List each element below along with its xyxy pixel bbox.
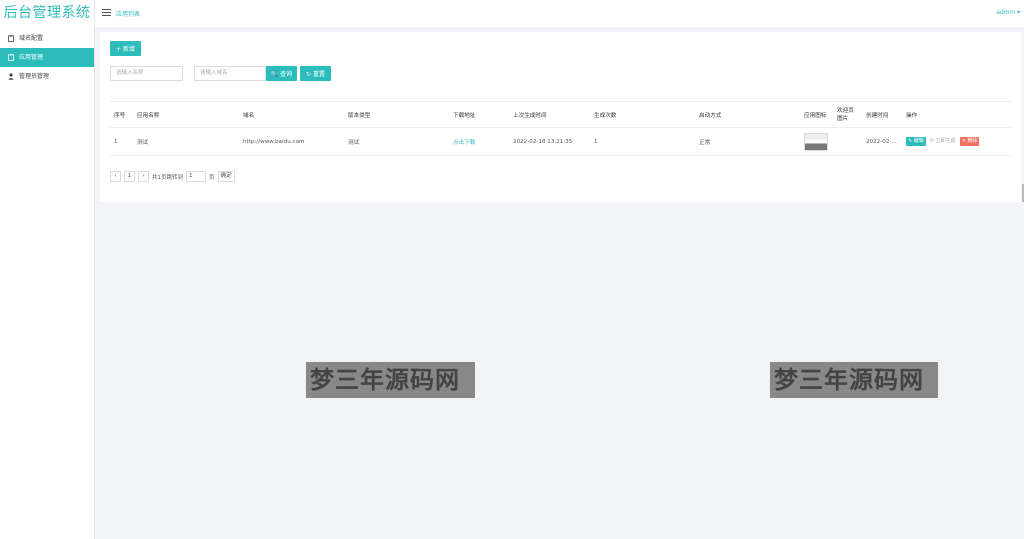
brand-title: 后台管理系统 [3, 5, 91, 21]
column-header: 下载地址 [449, 101, 509, 128]
sidebar-item-label: 管理员管理 [19, 73, 50, 80]
app-table: 序号 应用名称 域名 版本类型 下载地址 上次生成时间 生成次数 启动方式 应用… [110, 101, 1013, 156]
user-icon [8, 73, 14, 80]
sidebar-nav: 域名配置 应用管理 管理员管理 [0, 29, 94, 86]
cell-gen-count: 1 [590, 127, 695, 156]
cell-app-icon [800, 127, 833, 156]
column-header: 版本类型 [344, 101, 449, 128]
app-icon-thumbnail[interactable] [804, 132, 828, 151]
next-page-button[interactable]: › [138, 171, 149, 182]
sidebar: 后台管理系统 域名配置 应用管理 管理员管理 [0, 0, 95, 539]
name-search-input[interactable]: 请输入名称 [110, 66, 183, 81]
watermark: 梦三年源码网 [770, 362, 938, 398]
cell-actions: ✎ 编辑 ⟳ 立即生成 × 删除 [902, 127, 1013, 156]
sidebar-item-label: 域名配置 [19, 35, 44, 42]
generate-label: 立即生成 [935, 138, 956, 144]
column-header: 序号 [110, 101, 133, 128]
column-header: 启动方式 [695, 101, 800, 128]
reset-button[interactable]: ↻ 重置 [300, 66, 331, 81]
cell-domain: http://www.baidu.com [239, 127, 344, 156]
cell-version: 测试 [344, 127, 449, 156]
column-header: 应用名称 [133, 101, 239, 128]
cell-welcome-image [833, 127, 862, 156]
top-header: 应用列表 admin ▾ [95, 0, 1024, 27]
clipboard-icon [8, 54, 14, 61]
download-link[interactable]: 点击下载 [449, 127, 509, 156]
sidebar-item-app-management[interactable]: 应用管理 [0, 48, 94, 67]
column-header: 创建时间 [862, 101, 902, 128]
column-header: 上次生成时间 [509, 101, 590, 128]
sidebar-item-label: 应用管理 [19, 54, 44, 61]
cell-created: 2022-02-... [862, 127, 902, 156]
prev-page-button[interactable]: ‹ [110, 171, 121, 182]
page-jump-input[interactable]: 1 [186, 171, 206, 182]
user-menu[interactable]: admin ▾ [996, 9, 1020, 16]
generate-button[interactable]: ⟳ 立即生成 [928, 137, 958, 146]
cell-index: 1 [110, 127, 133, 156]
cell-launch: 正常 [695, 127, 800, 156]
search-button[interactable]: 🔍 查询 [266, 66, 297, 81]
domain-search-input[interactable]: 请输入域名 [194, 66, 266, 81]
cell-name: 测试 [133, 127, 239, 156]
add-button[interactable]: + 新增 [110, 41, 141, 56]
content-panel: + 新增 请输入名称 请输入域名 🔍 查询 ↻ 重置 序号 应用名称 域名 版本… [100, 32, 1021, 202]
watermark: 梦三年源码网 [306, 362, 475, 398]
table-row: 1 测试 http://www.baidu.com 测试 点击下载 2022-0… [110, 127, 1013, 156]
pagination: ‹ 1 › 共1页跳转到 1 页 确定 [110, 171, 235, 182]
column-header: 域名 [239, 101, 344, 128]
column-header: 操作 [902, 101, 1013, 128]
edit-button[interactable]: ✎ 编辑 [906, 137, 926, 146]
sidebar-item-admin-management[interactable]: 管理员管理 [0, 67, 94, 86]
delete-button[interactable]: × 删除 [959, 137, 980, 146]
page-summary: 共1页跳转到 [152, 174, 183, 181]
cell-last-gen: 2022-02-18 13:21:35 [509, 127, 590, 156]
sidebar-item-domain-config[interactable]: 域名配置 [0, 29, 94, 48]
edit-label: 编辑 [913, 138, 924, 144]
page-unit: 页 [209, 174, 215, 181]
column-header: 生成次数 [590, 101, 695, 128]
page-number-button[interactable]: 1 [124, 171, 135, 182]
column-header: 应用图标 [800, 101, 833, 128]
column-header: 欢迎页图片 [833, 101, 862, 128]
clipboard-icon [8, 35, 14, 42]
row-actions: ✎ 编辑 ⟳ 立即生成 × 删除 [906, 137, 1009, 146]
breadcrumb[interactable]: 应用列表 [116, 9, 140, 18]
menu-toggle-icon[interactable] [102, 9, 111, 16]
page-confirm-button[interactable]: 确定 [217, 171, 235, 182]
table-header-row: 序号 应用名称 域名 版本类型 下载地址 上次生成时间 生成次数 启动方式 应用… [110, 101, 1013, 128]
